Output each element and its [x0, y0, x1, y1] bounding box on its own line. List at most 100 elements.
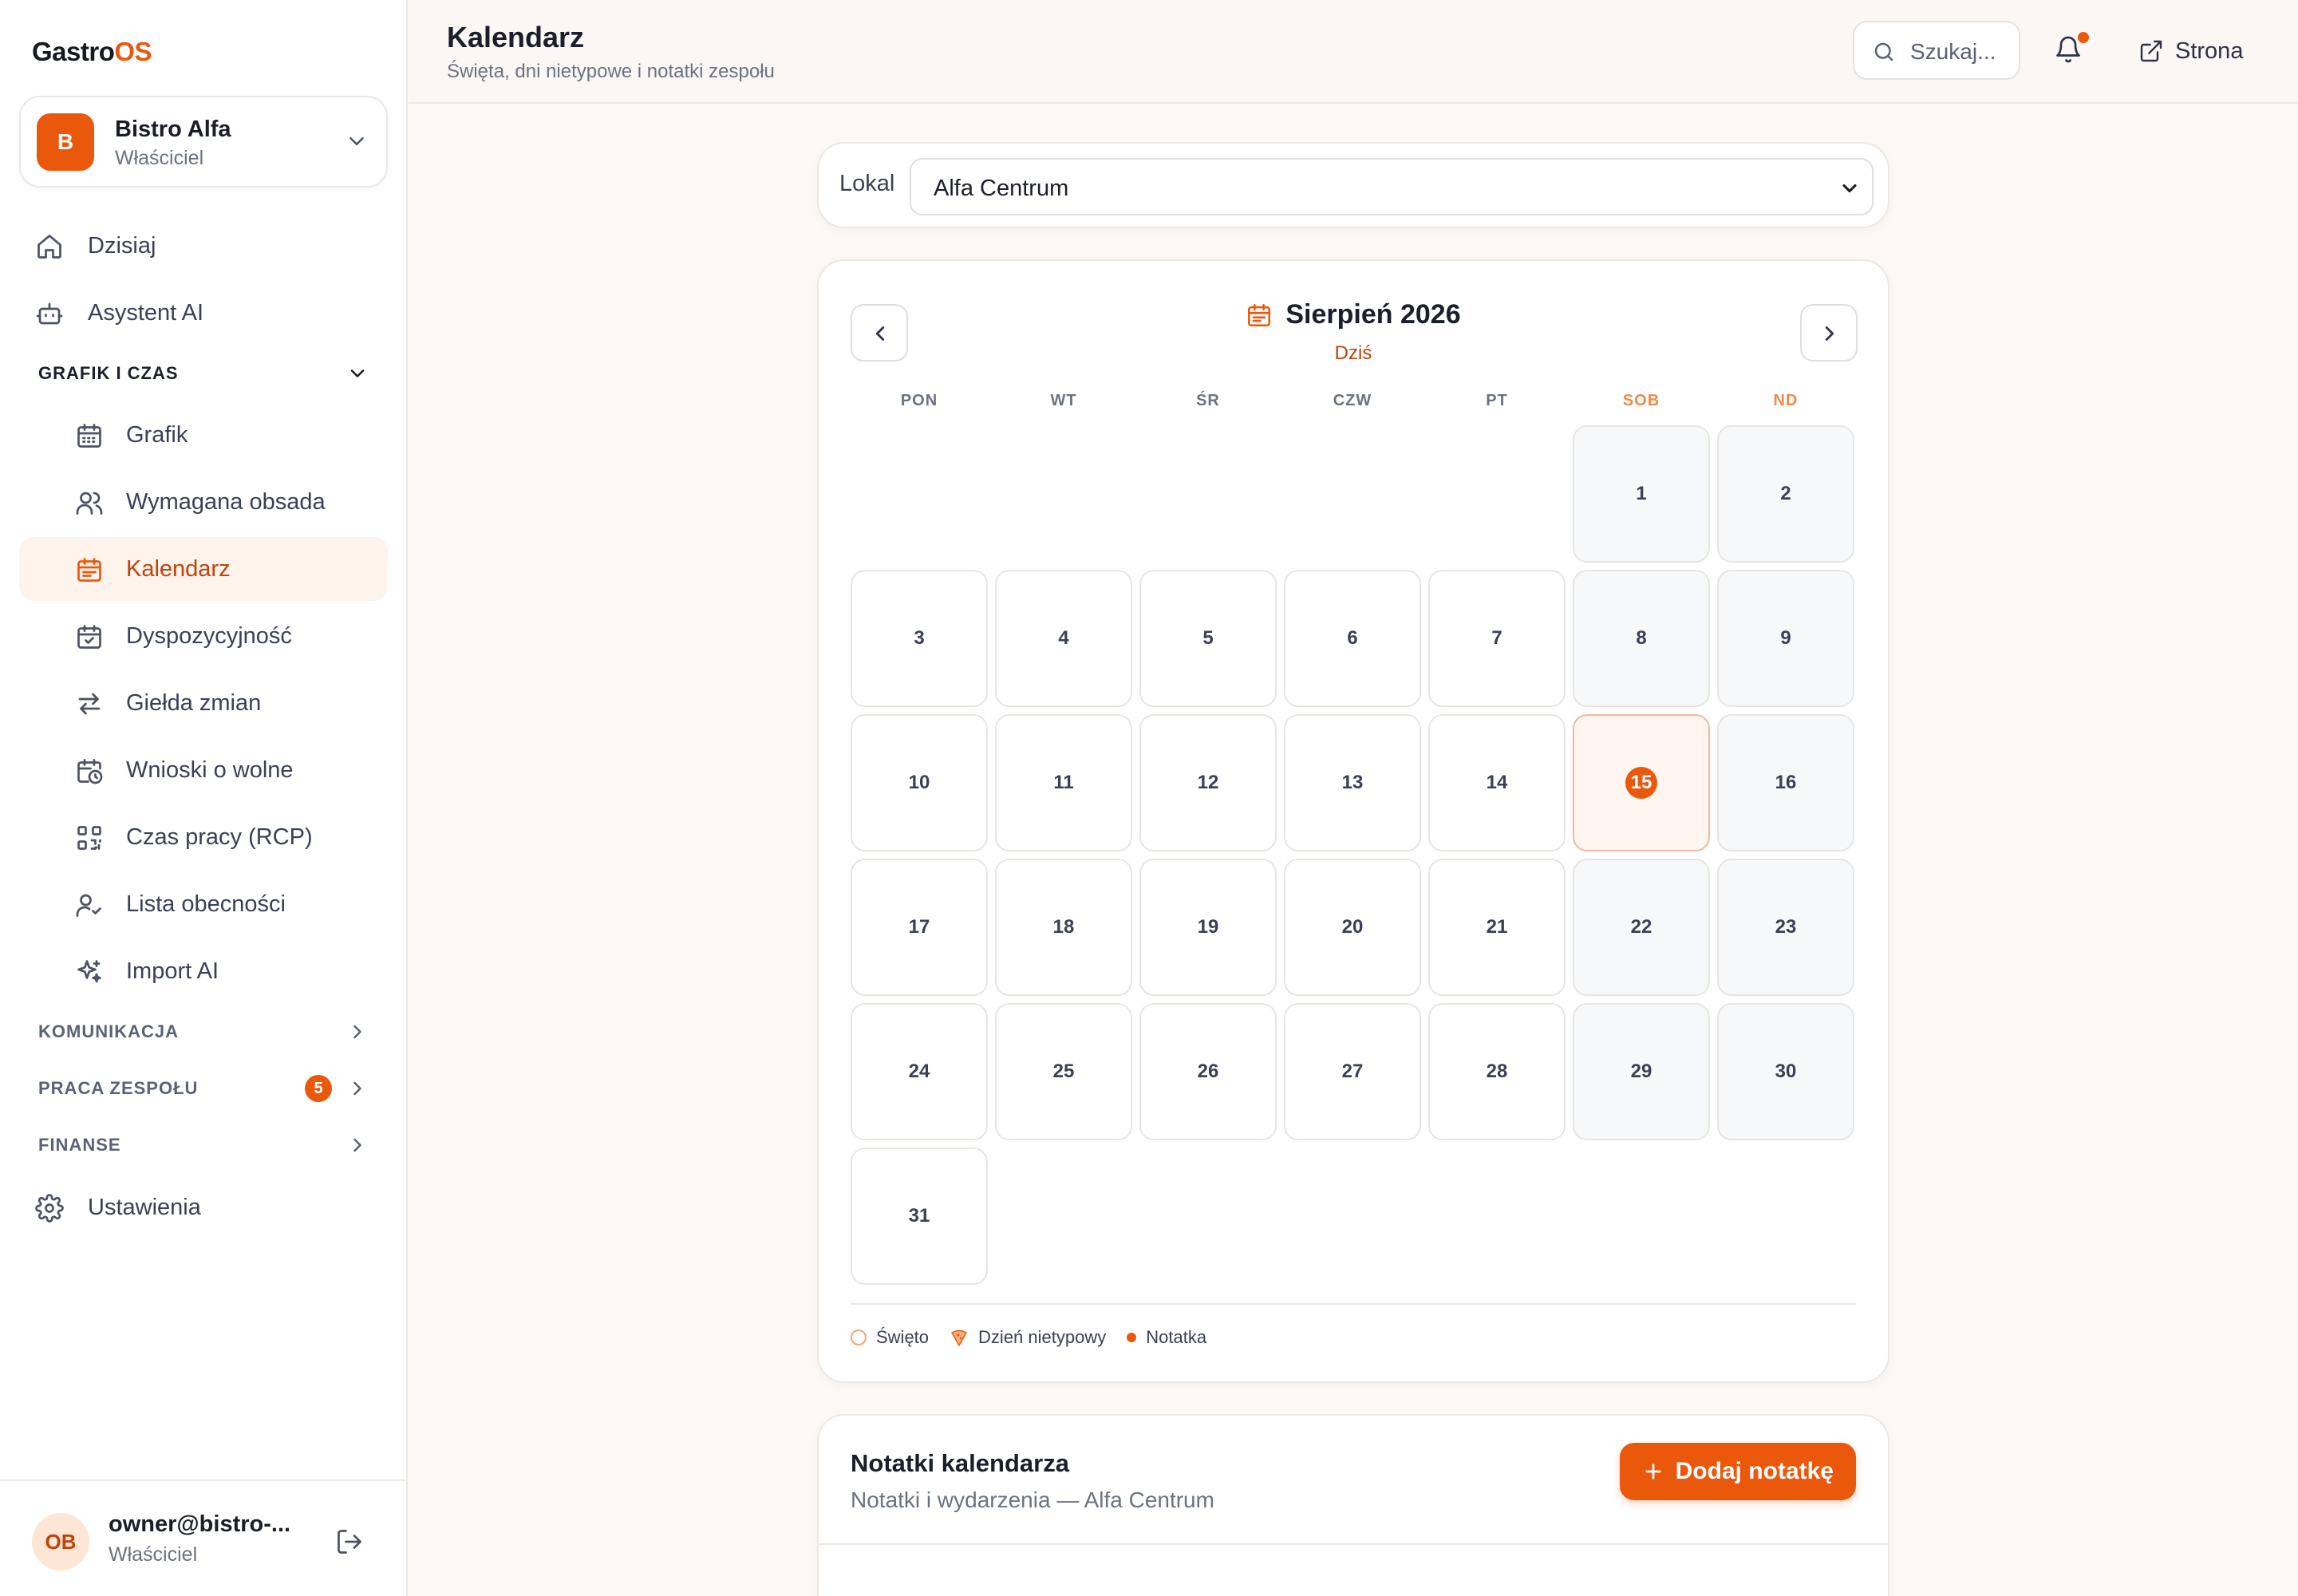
legend-special-day: Dzień nietypowy	[950, 1327, 1106, 1348]
day-number: 7	[1491, 627, 1502, 649]
calendar-day[interactable]: 27	[1284, 1003, 1421, 1140]
calendar-day[interactable]: 3	[851, 570, 988, 707]
logo-accent-text: OS	[114, 37, 152, 66]
page-subtitle: Święta, dni nietypowe i notatki zespołu	[447, 61, 775, 82]
calendar-day[interactable]: 19	[1139, 859, 1277, 996]
calendar-day[interactable]: 17	[851, 859, 988, 996]
calendar-day[interactable]: 14	[1428, 714, 1566, 851]
section-grafik-i-czas[interactable]: GRAFIK I CZAS	[38, 358, 369, 389]
sidebar-item-kalendarz[interactable]: Kalendarz	[19, 537, 388, 601]
chevron-down-icon	[349, 137, 364, 145]
sidebar-item-wymagana-obsada[interactable]: Wymagana obsada	[19, 470, 388, 534]
search-button[interactable]: Szukaj...	[1853, 21, 2020, 80]
calendar-day[interactable]: 25	[995, 1003, 1132, 1140]
sidebar-item-import-ai[interactable]: Import AI	[19, 939, 388, 1003]
legend-divider	[851, 1303, 1856, 1305]
calendar-day[interactable]: 16	[1717, 714, 1854, 851]
legend-label: Święto	[876, 1327, 930, 1347]
calendar-day[interactable]: 21	[1428, 859, 1566, 996]
sidebar-item-wnioski-o-wolne[interactable]: Wnioski o wolne	[19, 738, 388, 802]
legend-label: Notatka	[1146, 1327, 1207, 1347]
gear-icon	[35, 1194, 64, 1223]
sidebar-item-label: Import AI	[126, 958, 219, 984]
day-number: 31	[908, 1205, 930, 1227]
chevron-right-icon	[353, 1138, 361, 1152]
calendar-day[interactable]: 24	[851, 1003, 988, 1140]
today-button[interactable]: Dziś	[819, 342, 1888, 365]
calendar-grid-icon	[77, 424, 101, 448]
calendar-day[interactable]: 9	[1717, 570, 1854, 707]
calendar-day[interactable]: 18	[995, 859, 1132, 996]
bot-icon	[36, 302, 63, 325]
weekday-header: CZW	[1333, 392, 1372, 409]
sidebar-item-gielda-zmian[interactable]: Giełda zmian	[19, 671, 388, 735]
day-number: 27	[1341, 1061, 1364, 1082]
calendar-day[interactable]: 26	[1139, 1003, 1277, 1140]
notes-divider	[819, 1543, 1888, 1545]
calendar-day[interactable]: 2	[1717, 425, 1854, 563]
swap-icon	[78, 693, 101, 715]
calendar-day[interactable]: 11	[995, 714, 1132, 851]
calendar-check-icon	[77, 625, 101, 649]
section-komunikacja[interactable]: KOMUNIKACJA	[38, 1016, 369, 1048]
section-praca-zespolu[interactable]: PRACA ZESPOŁU 5	[38, 1073, 369, 1104]
calendar-day-today[interactable]: 15	[1573, 714, 1710, 851]
sidebar-item-lista-obecnosci[interactable]: Lista obecności	[19, 872, 388, 936]
location-label: Lokal	[839, 171, 895, 196]
add-note-button[interactable]: Dodaj notatkę	[1619, 1443, 1856, 1500]
calendar-day[interactable]: 1	[1573, 425, 1710, 563]
calendar-day[interactable]: 20	[1284, 859, 1421, 996]
location-card: Lokal Alfa Centrum	[817, 142, 1889, 228]
weekday-header: ND	[1773, 392, 1799, 409]
day-number: 19	[1197, 916, 1219, 938]
pizza-slice-icon	[951, 1329, 967, 1346]
chevron-down-icon	[350, 369, 365, 377]
calendar-day[interactable]: 31	[851, 1148, 988, 1285]
day-number: 24	[908, 1061, 930, 1082]
calendar-day[interactable]: 12	[1139, 714, 1277, 851]
calendar-day[interactable]: 29	[1573, 1003, 1710, 1140]
calendar-day[interactable]: 13	[1284, 714, 1421, 851]
location-select[interactable]: Alfa Centrum	[910, 158, 1874, 215]
sidebar-item-dyspozycyjnosc[interactable]: Dyspozycyjność	[19, 604, 388, 668]
sidebar-item-ustawienia[interactable]: Ustawienia	[19, 1175, 388, 1239]
day-number: 20	[1341, 916, 1364, 938]
avatar[interactable]: OB	[32, 1513, 89, 1570]
sidebar-item-dzisiaj[interactable]: Dzisiaj	[19, 214, 388, 278]
tenant-role: Właściciel	[115, 147, 204, 169]
calendar-day[interactable]: 8	[1573, 570, 1710, 707]
app-logo[interactable]: GastroOS	[32, 37, 152, 67]
tenant-switcher[interactable]: B Bistro Alfa Właściciel	[19, 96, 388, 188]
user-profile: OB owner@bistro-... Właściciel	[0, 1479, 408, 1596]
sidebar-item-label: Dyspozycyjność	[126, 622, 292, 649]
sidebar-item-grafik[interactable]: Grafik	[19, 403, 388, 467]
section-finanse[interactable]: FINANSE	[38, 1129, 369, 1161]
calendar-day[interactable]: 22	[1573, 859, 1710, 996]
filled-dot-icon	[1127, 1333, 1137, 1342]
calendar-day[interactable]: 23	[1717, 859, 1854, 996]
calendar-day[interactable]: 30	[1717, 1003, 1854, 1140]
sidebar-item-label: Wymagana obsada	[126, 488, 326, 515]
notes-subtitle: Notatki i wydarzenia — Alfa Centrum	[851, 1487, 1214, 1512]
day-number: 10	[908, 772, 930, 793]
calendar-day[interactable]: 10	[851, 714, 988, 851]
section-label: KOMUNIKACJA	[38, 1021, 179, 1041]
home-icon	[38, 235, 61, 259]
search-placeholder: Szukaj...	[1910, 39, 1996, 64]
calendar-day[interactable]: 4	[995, 570, 1132, 707]
day-number: 12	[1197, 772, 1219, 793]
calendar-day[interactable]: 6	[1284, 570, 1421, 707]
day-number: 26	[1197, 1061, 1219, 1082]
calendar-day[interactable]: 28	[1428, 1003, 1566, 1140]
view-site-link[interactable]: Strona	[2138, 29, 2243, 73]
sidebar-item-asystent-ai[interactable]: Asystent AI	[19, 281, 388, 345]
section-label: GRAFIK I CZAS	[38, 363, 179, 383]
tenant-avatar: B	[37, 113, 94, 171]
calendar-day[interactable]: 5	[1139, 570, 1277, 707]
user-email: owner@bistro-...	[109, 1511, 291, 1537]
calendar-day[interactable]: 7	[1428, 570, 1566, 707]
sidebar-item-label: Asystent AI	[88, 299, 204, 326]
sidebar-item-czas-pracy[interactable]: Czas pracy (RCP)	[19, 805, 388, 869]
logout-icon[interactable]	[335, 1527, 364, 1556]
month-title: Sierpień 2026	[1285, 299, 1461, 330]
